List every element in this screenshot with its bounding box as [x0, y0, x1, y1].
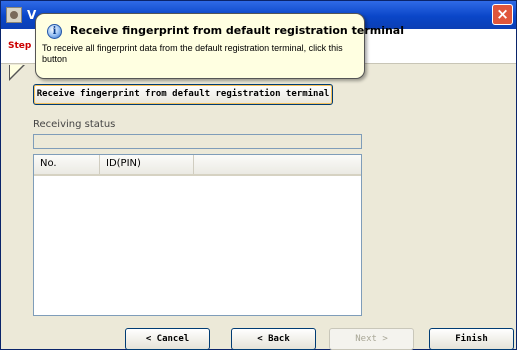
column-header-no[interactable]: No.: [34, 155, 100, 174]
receive-fingerprint-button[interactable]: Receive fingerprint from default registr…: [33, 84, 333, 105]
receiving-status-progress: [33, 134, 362, 149]
column-header-id-pin[interactable]: ID(PIN): [100, 155, 194, 174]
fingerprint-app-icon: [6, 7, 22, 23]
fingerprint-list[interactable]: No. ID(PIN): [33, 154, 362, 316]
next-button: Next >: [329, 328, 414, 350]
info-icon: i: [47, 24, 62, 39]
step-label: Step: [8, 41, 32, 51]
list-header: No. ID(PIN): [34, 155, 361, 176]
tooltip-tail-fill: [10, 65, 23, 78]
finish-button[interactable]: Finish: [429, 328, 514, 350]
cancel-button[interactable]: < Cancel: [125, 328, 210, 350]
tooltip-body: To receive all fingerprint data from the…: [42, 43, 343, 64]
close-button[interactable]: ×: [492, 4, 513, 25]
wizard-window: V × Step Receive fingerprint from defaul…: [0, 0, 517, 350]
tooltip-title: Receive fingerprint from default registr…: [70, 24, 404, 37]
tooltip-balloon: i Receive fingerprint from default regis…: [35, 13, 404, 79]
back-button[interactable]: < Back: [231, 328, 316, 350]
receiving-status-label: Receiving status: [33, 119, 116, 130]
